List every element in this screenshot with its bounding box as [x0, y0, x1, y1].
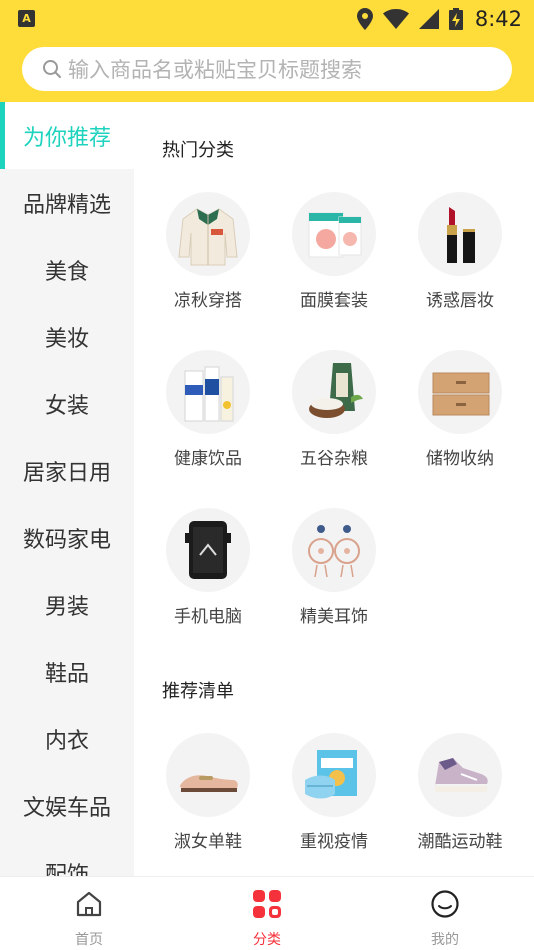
signal-icon	[418, 9, 439, 29]
clock: 8:42	[474, 7, 522, 31]
tab-profile[interactable]: 我的	[385, 877, 505, 950]
sidebar-item-entertainment-auto[interactable]: 文娱车品	[0, 772, 134, 839]
category-label: 诱惑唇妆	[426, 291, 494, 311]
sidebar-item-beauty[interactable]: 美妆	[0, 303, 134, 370]
wifi-icon	[382, 9, 409, 29]
category-sidebar[interactable]: 为你推荐 品牌精选 美食 美妆 女装 居家日用 数码家电 男装 鞋品 内衣 文娱…	[0, 102, 134, 876]
home-icon	[76, 891, 102, 917]
category-label: 储物收纳	[426, 449, 494, 469]
sidebar-item-womens-wear[interactable]: 女装	[0, 370, 134, 437]
face-mask-box-image	[292, 192, 376, 276]
location-icon	[356, 8, 373, 30]
search-input[interactable]: 输入商品名或粘贴宝贝标题搜索	[22, 47, 512, 91]
tab-label: 分类	[253, 932, 281, 948]
search-placeholder: 输入商品名或粘贴宝贝标题搜索	[68, 58, 362, 82]
section-title-hot: 热门分类	[162, 140, 234, 161]
recommend-label: 淑女单鞋	[174, 832, 242, 852]
category-storage[interactable]: 储物收纳	[405, 350, 515, 469]
category-phone-computer[interactable]: 手机电脑	[153, 508, 263, 627]
sidebar-item-accessories[interactable]: 配饰	[0, 839, 134, 877]
recommend-label: 重视疫情	[300, 832, 368, 852]
jacket-image	[166, 192, 250, 276]
category-label: 面膜套装	[300, 291, 368, 311]
medical-mask-box-image	[292, 733, 376, 817]
category-label: 五谷杂粮	[300, 449, 368, 469]
sidebar-item-brands[interactable]: 品牌精选	[0, 169, 134, 236]
recommend-label: 潮酷运动鞋	[417, 832, 503, 852]
category-label: 手机电脑	[174, 607, 242, 627]
tab-label: 我的	[431, 932, 459, 948]
category-drinks[interactable]: 健康饮品	[153, 350, 263, 469]
profile-smile-icon	[431, 890, 459, 918]
battery-charging-icon	[448, 8, 463, 30]
category-jacket[interactable]: 凉秋穿搭	[153, 192, 263, 311]
category-face-mask[interactable]: 面膜套装	[279, 192, 389, 311]
sidebar-item-recommend[interactable]: 为你推荐	[0, 102, 134, 169]
recommend-epidemic[interactable]: 重视疫情	[279, 733, 389, 852]
tab-label: 首页	[75, 932, 103, 948]
sidebar-item-home[interactable]: 居家日用	[0, 437, 134, 504]
drink-bottles-image	[166, 350, 250, 434]
category-label: 凉秋穿搭	[174, 291, 242, 311]
category-label: 精美耳饰	[300, 607, 368, 627]
category-earrings[interactable]: 精美耳饰	[279, 508, 389, 627]
lipstick-image	[418, 192, 502, 276]
sidebar-item-food[interactable]: 美食	[0, 236, 134, 303]
header: A 8:42 输入商品名或粘贴宝贝标题搜索	[0, 0, 534, 102]
sneaker-image	[418, 733, 502, 817]
recommend-loafers[interactable]: 淑女单鞋	[153, 733, 263, 852]
rugged-phone-image	[166, 508, 250, 592]
sidebar-item-mens-wear[interactable]: 男装	[0, 571, 134, 638]
sidebar-item-shoes[interactable]: 鞋品	[0, 638, 134, 705]
section-title-recommend: 推荐清单	[162, 681, 234, 702]
earrings-image	[292, 508, 376, 592]
status-bar: A 8:42	[0, 0, 534, 38]
category-grid-icon	[253, 890, 281, 918]
loafer-shoe-image	[166, 733, 250, 817]
category-content: 热门分类 凉秋穿搭 面膜套装 诱惑唇妆 健康饮品 五谷杂粮 储物收纳 手机电脑 …	[134, 102, 534, 876]
sidebar-item-electronics[interactable]: 数码家电	[0, 504, 134, 571]
search-icon	[43, 60, 61, 78]
tab-category[interactable]: 分类	[207, 877, 327, 950]
category-lipstick[interactable]: 诱惑唇妆	[405, 192, 515, 311]
storage-drawer-image	[418, 350, 502, 434]
category-label: 健康饮品	[174, 449, 242, 469]
tab-home[interactable]: 首页	[29, 877, 149, 950]
app-notification-icon: A	[18, 10, 35, 27]
status-icons: 8:42	[356, 4, 522, 34]
bottom-tab-bar: 首页 分类 我的	[0, 876, 534, 950]
sidebar-item-underwear[interactable]: 内衣	[0, 705, 134, 772]
recommend-sneakers[interactable]: 潮酷运动鞋	[405, 733, 515, 852]
rice-bag-image	[292, 350, 376, 434]
category-grains[interactable]: 五谷杂粮	[279, 350, 389, 469]
